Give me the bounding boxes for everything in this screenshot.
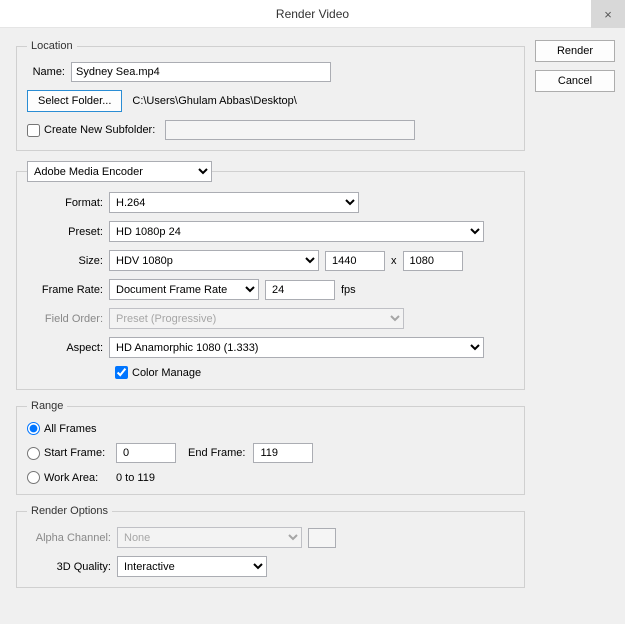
select-folder-button[interactable]: Select Folder... (27, 90, 122, 112)
quality-select[interactable]: Interactive (117, 556, 267, 577)
quality-label: 3D Quality: (27, 561, 117, 573)
create-subfolder-label: Create New Subfolder: (44, 124, 155, 136)
width-input[interactable] (325, 251, 385, 271)
encoder-select[interactable]: Adobe Media Encoder (27, 161, 212, 182)
size-select[interactable]: HDV 1080p (109, 250, 319, 271)
format-label: Format: (27, 197, 109, 209)
location-group: Location Name: Select Folder... C:\Users… (16, 40, 525, 151)
fieldorder-select: Preset (Progressive) (109, 308, 404, 329)
framerate-input[interactable] (265, 280, 335, 300)
cancel-button[interactable]: Cancel (535, 70, 615, 92)
framerate-label: Frame Rate: (27, 284, 109, 296)
folder-path: C:\Users\Ghulam Abbas\Desktop\ (122, 95, 296, 107)
start-frame-radio[interactable] (27, 447, 40, 460)
name-label: Name: (27, 66, 71, 78)
work-area-label: Work Area: (44, 472, 116, 484)
render-options-legend: Render Options (27, 505, 112, 517)
color-manage-checkbox[interactable] (115, 366, 128, 379)
start-frame-label: Start Frame: (44, 447, 116, 459)
name-input[interactable] (71, 62, 331, 82)
location-legend: Location (27, 40, 77, 52)
create-subfolder-checkbox[interactable] (27, 124, 40, 137)
alpha-select: None (117, 527, 302, 548)
range-group: Range All Frames Start Frame: End Frame:… (16, 400, 525, 495)
render-options-group: Render Options Alpha Channel: None 3D Qu… (16, 505, 525, 588)
preset-label: Preset: (27, 226, 109, 238)
framerate-select[interactable]: Document Frame Rate (109, 279, 259, 300)
subfolder-input (165, 120, 415, 140)
window-title: Render Video (276, 7, 349, 21)
fps-label: fps (335, 284, 356, 296)
end-frame-label: End Frame: (176, 447, 253, 459)
size-label: Size: (27, 255, 109, 267)
titlebar: Render Video × (0, 0, 625, 28)
aspect-label: Aspect: (27, 342, 109, 354)
render-button[interactable]: Render (535, 40, 615, 62)
height-input[interactable] (403, 251, 463, 271)
alpha-label: Alpha Channel: (27, 532, 117, 544)
end-frame-input[interactable] (253, 443, 313, 463)
encoder-group: Adobe Media Encoder Format: H.264 Preset… (16, 161, 525, 390)
start-frame-input[interactable] (116, 443, 176, 463)
aspect-select[interactable]: HD Anamorphic 1080 (1.333) (109, 337, 484, 358)
all-frames-radio[interactable] (27, 422, 40, 435)
preset-select[interactable]: HD 1080p 24 (109, 221, 484, 242)
all-frames-label: All Frames (44, 423, 97, 435)
format-select[interactable]: H.264 (109, 192, 359, 213)
work-area-value: 0 to 119 (116, 472, 155, 484)
close-icon: × (604, 7, 612, 22)
close-button[interactable]: × (591, 0, 625, 28)
fieldorder-label: Field Order: (27, 313, 109, 325)
range-legend: Range (27, 400, 67, 412)
x-separator: x (385, 255, 403, 267)
work-area-radio[interactable] (27, 471, 40, 484)
color-manage-label: Color Manage (132, 367, 201, 379)
alpha-color-box (308, 528, 336, 548)
